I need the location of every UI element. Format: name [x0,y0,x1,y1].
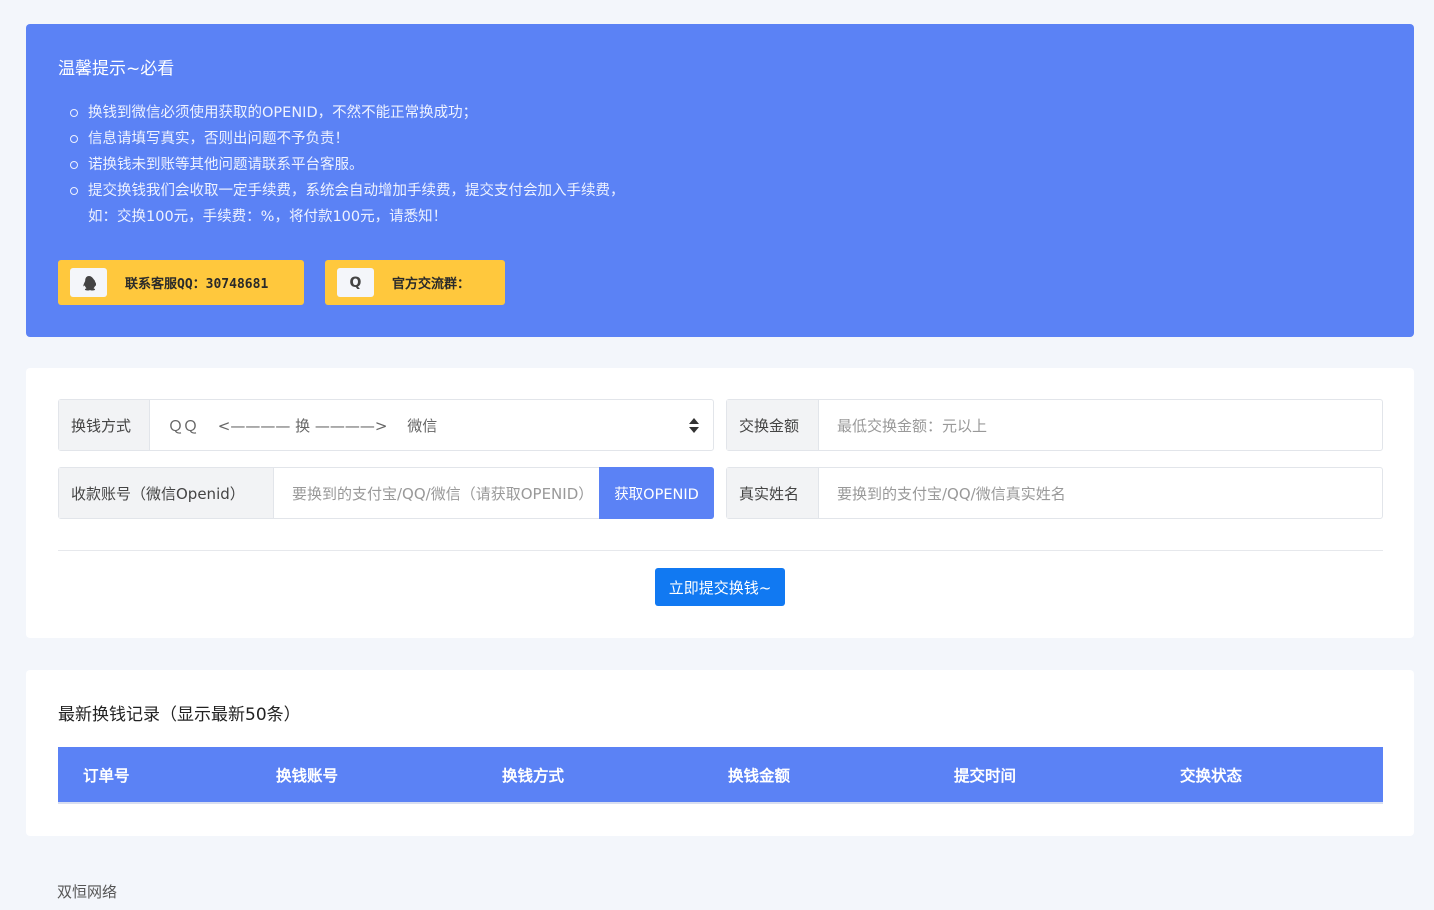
official-group-button[interactable]: Q 官方交流群： [325,260,505,305]
official-group-label: 官方交流群： [392,277,471,292]
notice-item: 提交换钱我们会收取一定手续费，系统会自动增加手续费，提交支付会加入手续费， [70,178,808,204]
name-label: 真实姓名 [727,468,819,518]
column-account: 换钱账号 [276,766,339,785]
notice-item-continuation: 如：交换100元，手续费：%，将付款100元，请悉知！ [88,209,448,225]
column-amount: 换钱金额 [728,766,791,785]
exchange-method-label: 换钱方式 [59,400,150,450]
notice-panel: 温馨提示~必看 换钱到微信必须使用获取的OPENID，不然不能正常换成功； 信息… [26,24,1414,337]
get-openid-button[interactable]: 获取OPENID [599,467,714,519]
notice-item: 诺换钱未到账等其他问题请联系平台客服。 [70,152,808,178]
submit-exchange-button[interactable]: 立即提交换钱~ [655,568,785,606]
contact-qq-button[interactable]: 联系客服QQ：30748681 [58,260,304,305]
amount-label: 交换金额 [727,400,819,450]
account-field: 收款账号（微信Openid） 要换到的支付宝/QQ/微信（请获取OPENID） … [58,467,714,519]
contact-qq-label: 联系客服QQ：30748681 [125,277,269,292]
account-input[interactable]: 要换到的支付宝/QQ/微信（请获取OPENID） [274,468,599,518]
exchange-method-select[interactable]: 换钱方式 ＱＱ <———— 换 ————> 微信 [58,399,714,451]
amount-input[interactable]: 最低交换金额：元以上 [819,400,1382,450]
select-arrows-icon [689,418,699,434]
records-title: 最新换钱记录（显示最新50条） [58,705,301,725]
account-label: 收款账号（微信Openid） [59,468,274,518]
q-icon: Q [337,268,374,297]
exchange-form: 换钱方式 ＱＱ <———— 换 ————> 微信 交换金额 最低交换金额：元以上… [26,368,1414,638]
records-table-header: 订单号 换钱账号 换钱方式 换钱金额 提交时间 交换状态 [58,747,1383,804]
notice-item: 换钱到微信必须使用获取的OPENID，不然不能正常换成功； [70,100,808,126]
column-time: 提交时间 [954,766,1017,785]
exchange-method-value: ＱＱ <———— 换 ————> 微信 [168,416,438,435]
notice-list: 换钱到微信必须使用获取的OPENID，不然不能正常换成功； 信息请填写真实，否则… [70,100,808,230]
column-status: 交换状态 [1180,766,1243,785]
footer-text: 双恒网络 [57,883,118,901]
column-method: 换钱方式 [502,766,565,785]
name-input[interactable]: 要换到的支付宝/QQ/微信真实姓名 [819,468,1382,518]
form-divider [58,550,1383,551]
notice-item: 信息请填写真实，否则出问题不予负责！ [70,126,808,152]
name-field[interactable]: 真实姓名 要换到的支付宝/QQ/微信真实姓名 [726,467,1383,519]
amount-field[interactable]: 交换金额 最低交换金额：元以上 [726,399,1383,451]
penguin-icon [70,268,107,297]
column-order-id: 订单号 [83,766,130,785]
records-panel: 最新换钱记录（显示最新50条） 订单号 换钱账号 换钱方式 换钱金额 提交时间 … [26,670,1414,836]
notice-title: 温馨提示~必看 [58,59,175,79]
